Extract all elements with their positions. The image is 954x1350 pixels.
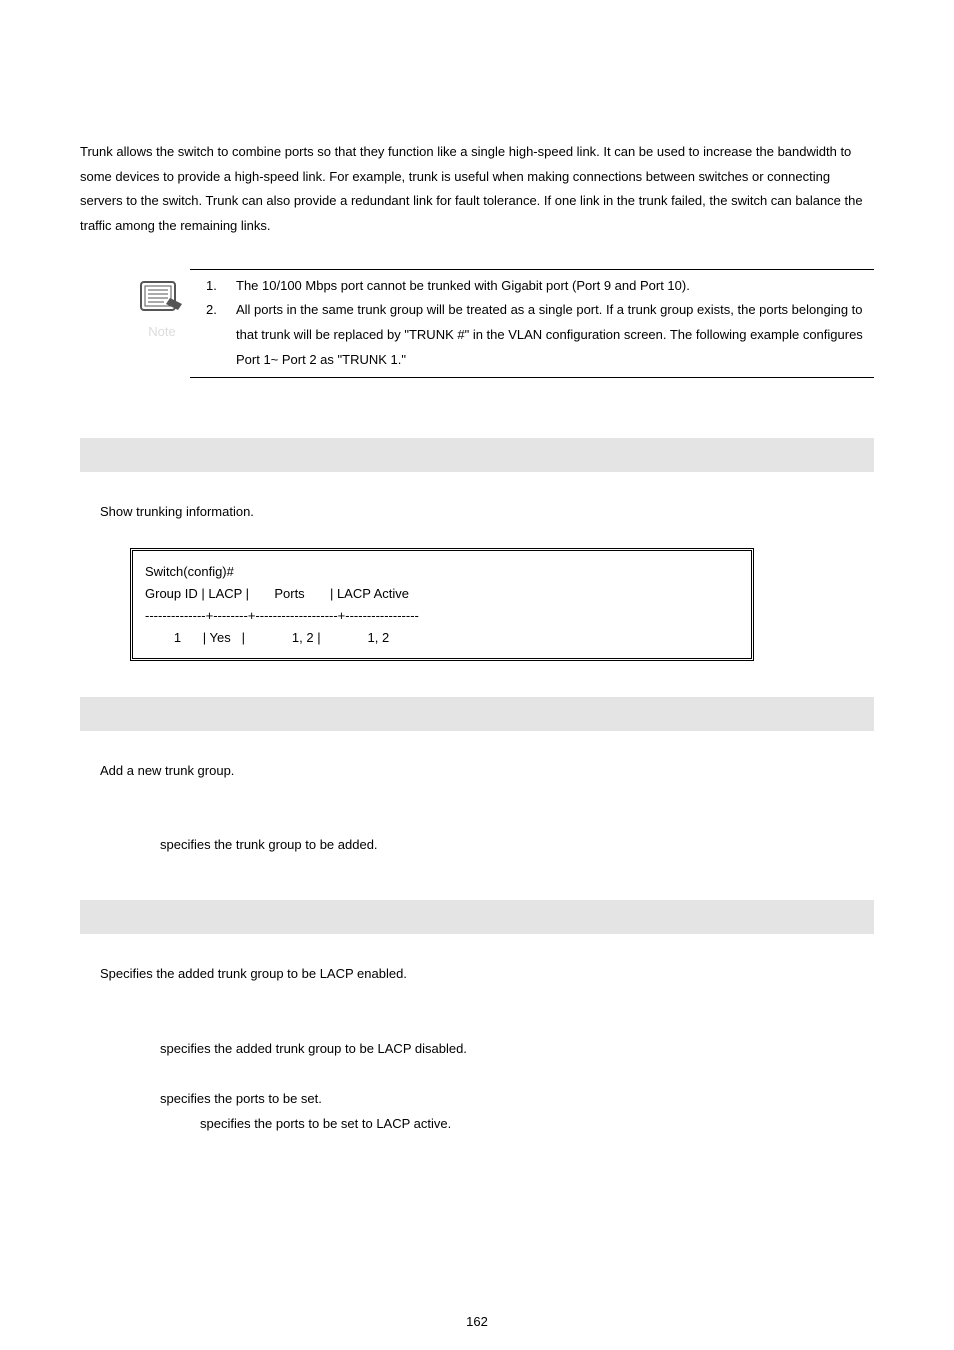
section-band: [80, 438, 874, 472]
note-icon: Note: [134, 280, 190, 345]
terminal-output: Switch(config)# Group ID | LACP | Ports …: [130, 548, 754, 660]
param-description: specifies the trunk group to be added.: [160, 833, 874, 858]
note-block: Note 1. The 10/100 Mbps port cannot be t…: [190, 269, 874, 378]
note-text: All ports in the same trunk group will b…: [236, 298, 874, 372]
note-number: 2.: [198, 298, 236, 372]
section-description: Specifies the added trunk group to be LA…: [100, 962, 874, 987]
intro-paragraph: Trunk allows the switch to combine ports…: [80, 140, 874, 239]
section-description: Add a new trunk group.: [100, 759, 874, 784]
param-description: specifies the ports to be set.: [160, 1087, 874, 1112]
page-number: 162: [0, 1310, 954, 1335]
param-description: specifies the ports to be set to LACP ac…: [200, 1112, 874, 1137]
section-band: [80, 900, 874, 934]
note-number: 1.: [198, 274, 236, 299]
note-list: 1. The 10/100 Mbps port cannot be trunke…: [190, 274, 874, 373]
section-band: [80, 697, 874, 731]
note-label: Note: [134, 320, 190, 345]
section-description: Show trunking information.: [100, 500, 874, 525]
note-text: The 10/100 Mbps port cannot be trunked w…: [236, 274, 874, 299]
param-description: specifies the added trunk group to be LA…: [160, 1037, 874, 1062]
